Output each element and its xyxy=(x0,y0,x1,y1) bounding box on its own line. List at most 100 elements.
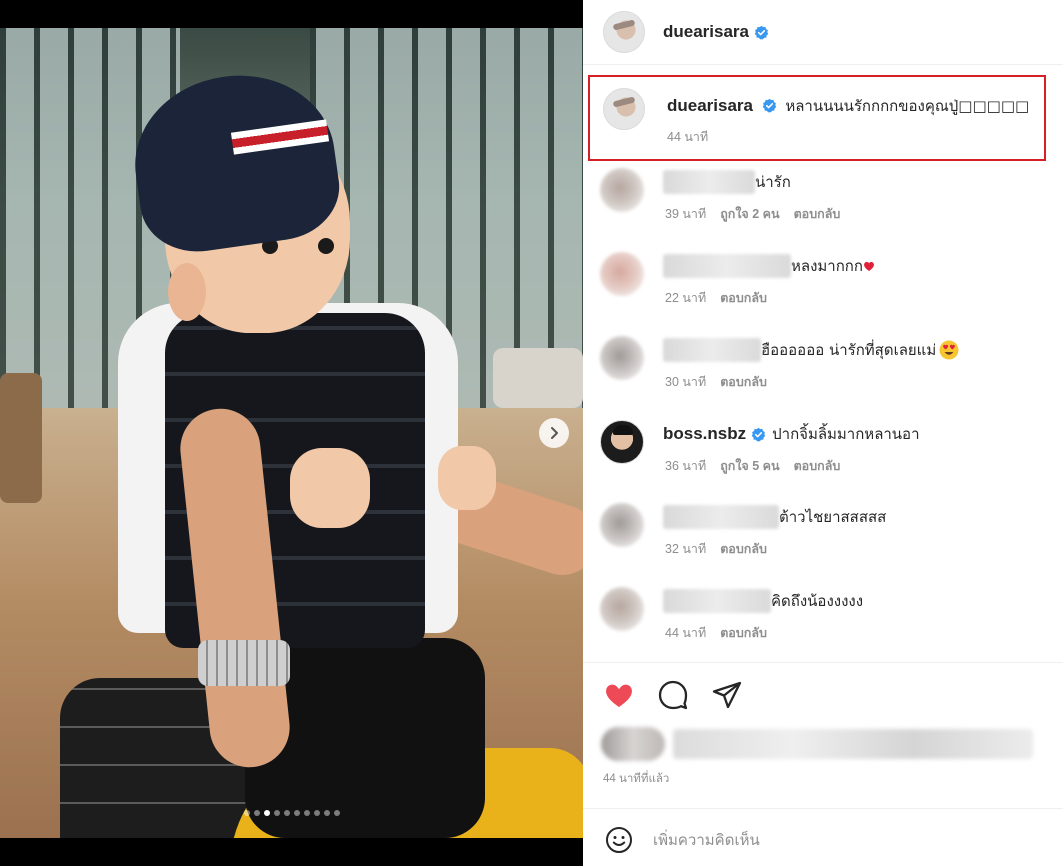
carousel-dots xyxy=(0,810,583,816)
comment-text: ปากจิ้มลิ้มมากหลานอา xyxy=(772,425,920,443)
comment-text: น่ารัก xyxy=(755,173,791,191)
verified-badge-icon xyxy=(762,98,777,113)
comment-username-blurred[interactable] xyxy=(663,589,771,613)
reply-button[interactable]: ตอบกลับ xyxy=(794,456,841,476)
baby-eye xyxy=(318,238,334,254)
avatar[interactable] xyxy=(600,587,644,631)
comment-item: น่ารัก 39 นาที ถูกใจ 2 คน ตอบกลับ xyxy=(583,168,1063,238)
carousel-dot[interactable] xyxy=(293,810,300,816)
likes-summary[interactable] xyxy=(601,727,1033,761)
carousel-dot[interactable] xyxy=(243,810,250,816)
comment-time[interactable]: 22 นาที xyxy=(665,288,706,308)
caption-time[interactable]: 44 นาที xyxy=(667,127,708,147)
baby-hand xyxy=(438,446,496,510)
carousel-dot[interactable] xyxy=(323,810,330,816)
carousel-dot[interactable] xyxy=(253,810,260,816)
caption-line: duearisara หลานนนนรักกกกของคุณปู่□□□□□ xyxy=(667,94,1029,118)
wristwatch xyxy=(198,640,290,686)
avatar[interactable] xyxy=(600,420,644,464)
divider xyxy=(583,662,1063,663)
comment-text: หลงมากกก xyxy=(791,257,863,275)
verified-badge-icon xyxy=(754,25,769,39)
comment-text: ฮืออออออ น่ารักที่สุดเลยแม่ xyxy=(761,341,937,359)
likes-text-blurred xyxy=(673,729,1033,759)
avatar[interactable] xyxy=(600,503,644,547)
avatar[interactable] xyxy=(600,168,644,212)
heart-eyes-emoji-icon xyxy=(939,340,959,360)
share-icon[interactable] xyxy=(711,679,743,711)
reply-button[interactable]: ตอบกลับ xyxy=(794,204,841,224)
comment-item: หลงมากกก 22 นาที ตอบกลับ xyxy=(583,252,1063,322)
caption-username[interactable]: duearisara xyxy=(667,96,753,115)
comment-time[interactable]: 32 นาที xyxy=(665,539,706,559)
comment-username-blurred[interactable] xyxy=(663,338,761,362)
comment-meta: 22 นาที ตอบกลับ xyxy=(665,288,767,308)
carousel-dot[interactable] xyxy=(313,810,320,816)
add-comment-bar xyxy=(583,808,1063,866)
carousel-dot[interactable] xyxy=(283,810,290,816)
add-comment-input[interactable] xyxy=(653,824,1043,856)
comment-username-blurred[interactable] xyxy=(663,170,755,194)
comment-username[interactable]: boss.nsbz xyxy=(663,424,746,444)
post-panel: duearisara duearisara หลานนนนรักกกกของคุ… xyxy=(583,0,1063,866)
avatar[interactable] xyxy=(603,88,645,130)
avatar[interactable] xyxy=(603,11,645,53)
posted-time[interactable]: 44 นาทีที่แล้ว xyxy=(603,770,669,788)
sofa xyxy=(493,348,583,408)
comment-meta: 32 นาที ตอบกลับ xyxy=(665,539,767,559)
heart-emoji-icon xyxy=(864,261,874,271)
carousel-next-button[interactable] xyxy=(539,418,569,448)
caption-text: หลานนนนรักกกกของคุณปู่□□□□□ xyxy=(785,97,1030,115)
carousel-dot[interactable] xyxy=(333,810,340,816)
post-photo[interactable] xyxy=(0,28,583,838)
reply-button[interactable]: ตอบกลับ xyxy=(720,372,767,392)
reply-button[interactable]: ตอบกลับ xyxy=(720,539,767,559)
avatar[interactable] xyxy=(600,252,644,296)
reply-button[interactable]: ตอบกลับ xyxy=(720,623,767,643)
comment-meta: 39 นาที ถูกใจ 2 คน ตอบกลับ xyxy=(665,204,840,224)
smiley-icon[interactable] xyxy=(605,826,633,854)
comment-time[interactable]: 36 นาที xyxy=(665,456,706,476)
baby-hand xyxy=(290,448,370,528)
header-username[interactable]: duearisara xyxy=(663,22,749,42)
comment-meta: 44 นาที ตอบกลับ xyxy=(665,623,767,643)
carousel-dot[interactable] xyxy=(273,810,280,816)
action-bar xyxy=(603,679,743,711)
comment-line: คิดถึงน้องงงงง xyxy=(663,589,863,613)
comment-line: ต้าวไชยาสสสสส xyxy=(663,505,886,529)
carousel-dot[interactable] xyxy=(263,810,270,816)
reply-button[interactable]: ตอบกลับ xyxy=(720,288,767,308)
comment-username-blurred[interactable] xyxy=(663,505,779,529)
heart-filled-icon[interactable] xyxy=(603,679,635,711)
comment-line: น่ารัก xyxy=(663,170,791,194)
comment-icon[interactable] xyxy=(657,679,689,711)
comment-username-blurred[interactable] xyxy=(663,254,791,278)
post-media xyxy=(0,0,583,866)
post-caption: duearisara หลานนนนรักกกกของคุณปู่□□□□□ 4… xyxy=(588,75,1046,161)
verified-badge-icon xyxy=(751,427,766,441)
comment-time[interactable]: 39 นาที xyxy=(665,204,706,224)
comment-time[interactable]: 44 นาที xyxy=(665,623,706,643)
comment-text: คิดถึงน้องงงงง xyxy=(771,592,864,610)
comment-time[interactable]: 30 นาที xyxy=(665,372,706,392)
comment-line: ฮืออออออ น่ารักที่สุดเลยแม่ xyxy=(663,338,959,362)
comment-meta: 36 นาที ถูกใจ 5 คน ตอบกลับ xyxy=(665,456,840,476)
divider xyxy=(583,64,1063,65)
comment-line: หลงมากกก xyxy=(663,254,875,278)
comment-item: ฮืออออออ น่ารักที่สุดเลยแม่ 30 นาที ตอบก… xyxy=(583,336,1063,406)
chevron-right-icon xyxy=(551,427,558,439)
comment-item: ต้าวไชยาสสสสส 32 นาที ตอบกลับ xyxy=(583,503,1063,573)
carousel-dot[interactable] xyxy=(303,810,310,816)
comment-line: boss.nsbz ปากจิ้มลิ้มมากหลานอา xyxy=(663,422,920,446)
comment-likes[interactable]: ถูกใจ 2 คน xyxy=(720,204,779,224)
post-header: duearisara xyxy=(583,0,1063,64)
comment-likes[interactable]: ถูกใจ 5 คน xyxy=(720,456,779,476)
lamp xyxy=(0,373,42,503)
comment-meta: 30 นาที ตอบกลับ xyxy=(665,372,767,392)
baby-ear xyxy=(168,263,206,321)
liker-avatars-blurred xyxy=(601,727,665,761)
comment-item: คิดถึงน้องงงงง 44 นาที ตอบกลับ xyxy=(583,587,1063,657)
comment-item: boss.nsbz ปากจิ้มลิ้มมากหลานอา 36 นาที ถ… xyxy=(583,420,1063,490)
avatar[interactable] xyxy=(600,336,644,380)
comment-text: ต้าวไชยาสสสสส xyxy=(779,508,887,526)
